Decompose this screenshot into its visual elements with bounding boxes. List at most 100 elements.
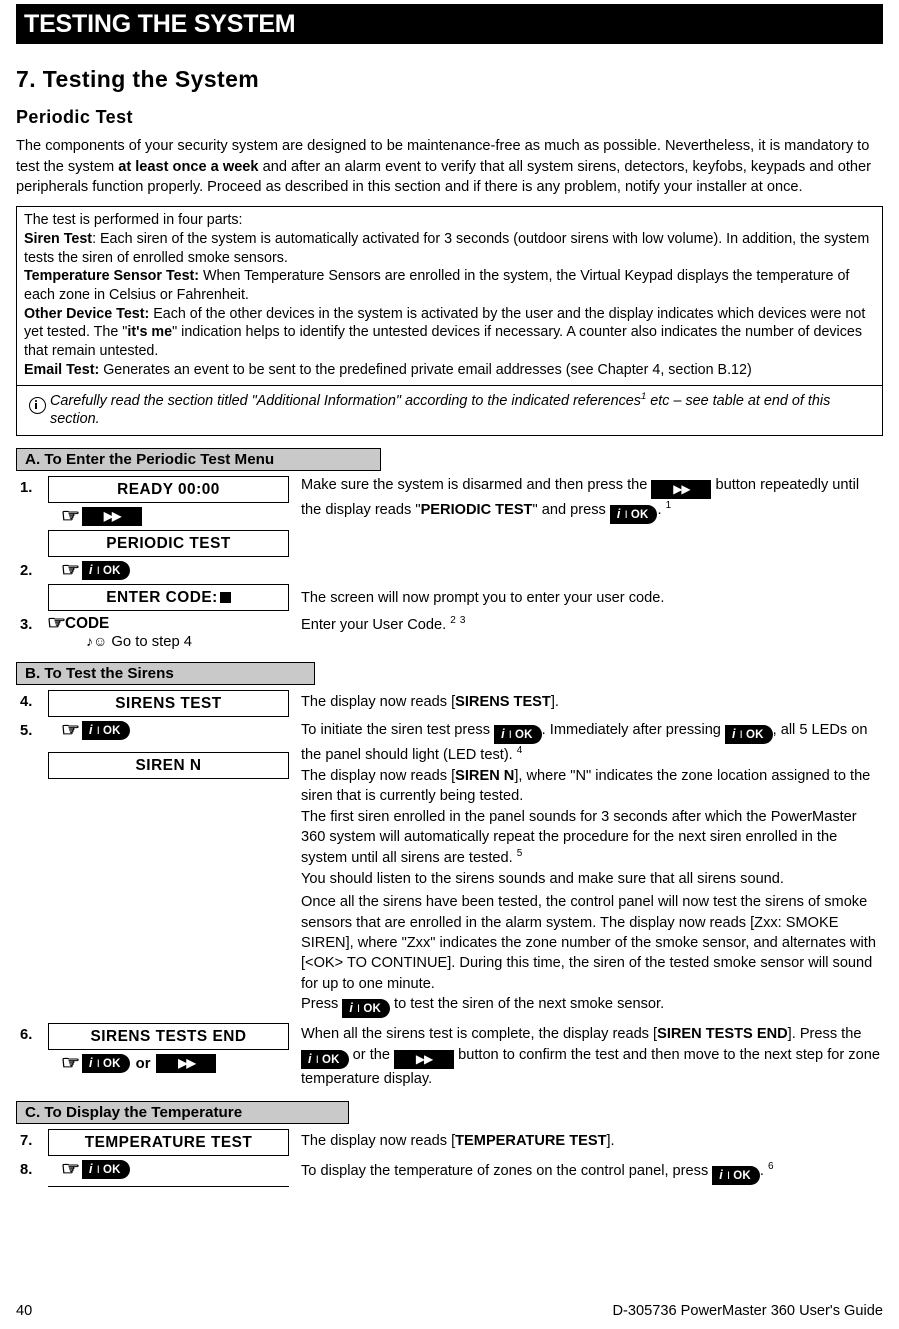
ok-separator: I xyxy=(315,1053,319,1066)
step-row-2: 2. ☞ i I OK ENTER CODE: The screen will no… xyxy=(16,558,883,612)
ok-info-glyph: i xyxy=(616,507,621,522)
next-button-icon[interactable]: ▶▶ xyxy=(82,507,143,527)
ok-label: OK xyxy=(103,1058,121,1071)
lcd-enter-code: ENTER CODE: xyxy=(48,584,289,612)
next-button-icon[interactable]: ▶▶ xyxy=(394,1049,455,1069)
section-bar-a: A. To Enter the Periodic Test Menu xyxy=(16,448,381,472)
ok-button-icon[interactable]: i I OK xyxy=(342,999,390,1019)
ok-button-icon[interactable]: i I OK xyxy=(82,721,130,741)
s5-para-6: Press i I OK to test the siren of the next… xyxy=(301,994,883,1019)
ok-label: OK xyxy=(363,1003,381,1016)
s5-para-1: To initiate the siren test press i I OK. I… xyxy=(301,720,883,765)
next-button-icon[interactable]: ▶▶ xyxy=(156,1054,217,1074)
step-row-5: 5. ☞ i I OK SIREN N To initiate the siren … xyxy=(16,718,883,1019)
s5-para-5: Once all the sirens have been tested, th… xyxy=(301,894,876,992)
section-subtitle: Periodic Test xyxy=(16,107,133,127)
s5-p2-bold: SIREN N xyxy=(455,767,515,784)
s6-text-b: ]. Press the xyxy=(787,1026,862,1043)
ok-separator: I xyxy=(624,509,628,522)
lcd-siren-n: SIREN N xyxy=(48,752,289,780)
siren-test-desc: Siren Test: Each siren of the system is … xyxy=(24,230,875,267)
s5-p6-a: Press xyxy=(301,996,343,1013)
other-test-desc: Other Device Test: Each of the other dev… xyxy=(24,305,875,361)
email-test-desc: Email Test: Generates an event to be sen… xyxy=(24,361,875,380)
or-label: or xyxy=(135,1055,151,1072)
step-number-6: 6. xyxy=(20,1027,33,1044)
step-3-visual: ☞ CODE ♪☺ Go to step 4 xyxy=(46,612,289,650)
step-5-visual: ☞ i I OK SIREN N xyxy=(48,718,289,780)
ok-button-icon[interactable]: i I OK xyxy=(724,725,773,745)
s3-ref1: 2 xyxy=(450,615,456,627)
lcd-periodic-test: PERIODIC TEST xyxy=(48,530,289,558)
hand-pointer-icon: ☞ xyxy=(60,506,81,528)
lcd-enter-code-text: ENTER CODE: xyxy=(106,589,218,607)
email-test-text: Generates an event to be sent to the pre… xyxy=(99,361,752,378)
s5-p1-a: To initiate the siren test press xyxy=(301,722,495,739)
table-bottom-rule xyxy=(48,1186,289,1188)
hand-pointer-icon: ☞ xyxy=(60,560,81,582)
s5-p3-ref: 5 xyxy=(516,848,523,860)
music-note-icon: ♪ xyxy=(86,633,93,650)
s5-p1-ref: 4 xyxy=(516,745,523,757)
key-row-ok-or-next-6: ☞ i I OK or ▶▶ xyxy=(48,1051,289,1076)
ok-button-icon[interactable]: i I OK xyxy=(301,1049,349,1069)
s7-text-b: ]. xyxy=(606,1133,615,1150)
s6-bold: SIREN TESTS END xyxy=(657,1026,788,1043)
key-row-next-1: ☞ ▶▶ xyxy=(48,504,289,529)
siren-test-label: Siren Test xyxy=(24,230,93,247)
goto-step-text: Go to step 4 xyxy=(111,634,193,651)
s1-text-a: Make sure the system is disarmed and the… xyxy=(301,477,652,494)
step-8-visual: ☞ i I OK xyxy=(48,1157,289,1188)
s5-para-2: The display now reads [SIREN N], where "… xyxy=(301,766,883,807)
code-entry-row: ☞ CODE xyxy=(46,612,289,635)
goto-step-row: ♪☺ Go to step 4 xyxy=(48,633,289,650)
other-test-label: Other Device Test: xyxy=(24,305,150,322)
ok-label: OK xyxy=(630,509,649,522)
s8-ref: 6 xyxy=(768,1161,774,1173)
step-7-instruction: The display now reads [TEMPERATURE TEST]… xyxy=(289,1128,883,1151)
temp-test-label: Temperature Sensor Test: xyxy=(24,268,200,285)
step-number-7: 7. xyxy=(20,1133,33,1150)
ok-separator: I xyxy=(96,725,100,738)
next-button-icon[interactable]: ▶▶ xyxy=(651,480,712,500)
running-header: TESTING THE SYSTEM xyxy=(16,4,883,44)
s4-text-a: The display now reads [ xyxy=(301,694,456,711)
s3-ref2: 3 xyxy=(459,615,466,627)
s2-text: The screen will now prompt you to enter … xyxy=(301,590,665,607)
step-8-instruction: To display the temperature of zones on t… xyxy=(289,1157,883,1185)
step-2-visual: ☞ i I OK ENTER CODE: xyxy=(48,558,289,612)
step-row-3: 3. ☞ CODE ♪☺ Go to step 4 Enter your Use… xyxy=(16,612,883,650)
step-4-visual: SIRENS TEST xyxy=(48,689,289,718)
ok-button-icon[interactable]: i I OK xyxy=(82,1160,130,1180)
step-row-4: 4. SIRENS TEST The display now reads [SI… xyxy=(16,689,883,718)
ok-button-icon[interactable]: i I OK xyxy=(712,1165,760,1185)
step-6-visual: SIRENS TESTS END ☞ i I OK or ▶▶ xyxy=(48,1022,289,1076)
ok-button-icon[interactable]: i I OK xyxy=(494,725,542,745)
step-1-visual: READY 00:00 ☞ ▶▶ PERIODIC TEST xyxy=(48,475,289,558)
other-test-bold: it's me xyxy=(127,324,173,341)
ok-button-icon[interactable]: i I OK xyxy=(82,1054,130,1074)
ok-label: OK xyxy=(103,725,121,738)
hand-pointer-icon: ☞ xyxy=(46,613,67,635)
s4-text-b: ]. xyxy=(550,694,559,711)
note-text-a: Carefully read the section titled "Addit… xyxy=(50,392,641,409)
s4-bold: SIRENS TEST xyxy=(455,694,551,711)
s3-text: Enter your User Code. xyxy=(301,617,447,634)
lcd-ready: READY 00:00 xyxy=(48,476,289,504)
ok-separator: I xyxy=(739,729,743,742)
ok-separator: I xyxy=(508,729,513,742)
section-bar-c: C. To Display the Temperature xyxy=(16,1101,349,1125)
intro-paragraph: The components of your security system a… xyxy=(16,136,883,198)
ok-separator: I xyxy=(96,1058,100,1071)
intro-bold: at least once a week xyxy=(118,158,259,175)
step-number-1: 1. xyxy=(20,480,33,497)
s5-p3-a: The first siren enrolled in the panel so… xyxy=(301,808,857,867)
s1-text-d: . xyxy=(657,502,662,519)
key-row-ok-8: ☞ i I OK xyxy=(48,1157,289,1182)
ok-button-icon[interactable]: i I OK xyxy=(82,561,130,581)
section-bar-b: B. To Test the Sirens xyxy=(16,662,315,686)
ok-label: OK xyxy=(515,729,533,742)
ok-button-icon[interactable]: i I OK xyxy=(609,505,658,525)
page-footer: 40 D-305736 PowerMaster 360 User's Guide xyxy=(16,1303,883,1319)
step-4-instruction: The display now reads [SIRENS TEST]. xyxy=(289,689,883,712)
